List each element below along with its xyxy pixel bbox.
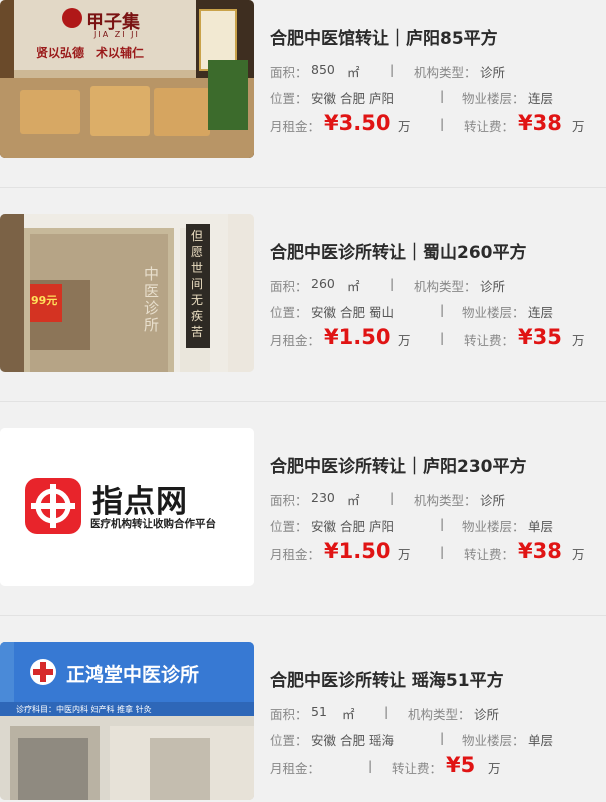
floor-value: 连层 [528,91,554,106]
area-value: 850 [311,62,335,77]
type-label: 机构类型： [414,65,477,80]
area-label: 面积： [270,279,308,294]
rent-label: 月租金： [270,547,321,562]
divider-line [0,401,606,402]
location-value: 安徽 合肥 庐阳 [311,519,394,534]
listing-card[interactable]: 正鸿堂中医诊所 诊疗科目：中医内科 妇产科 推拿 针灸 合肥中医诊所转让 瑶海5… [0,642,606,802]
type-value: 诊所 [480,279,506,294]
type-label: 机构类型： [414,279,477,294]
divider: | [368,758,373,773]
transfer-fee-price: ¥5 [446,753,476,777]
fee-label: 转让费： [464,547,515,562]
rent-unit: 万 [398,119,411,134]
location-label: 位置： [270,733,308,748]
type-value: 诊所 [480,493,506,508]
area-label: 面积： [270,65,308,80]
area-value: 260 [311,276,335,291]
rent-label: 月租金： [270,761,321,776]
location-value: 安徽 合肥 蜀山 [311,305,394,320]
clinic-sign-text: 正鸿堂中医诊所 [66,664,200,686]
door-sign-text: 中医诊所 [144,265,160,334]
listing-title[interactable]: 合肥中医馆转让｜庐阳85平方 [270,24,498,49]
divider: | [440,730,445,745]
location-label: 位置： [270,519,308,534]
promo-badge: 99元 [31,294,58,307]
area-label: 面积： [270,493,308,508]
location-value: 安徽 合肥 瑶海 [311,733,394,748]
type-label: 机构类型： [414,493,477,508]
listing-thumbnail[interactable]: 甲子集 JIA ZI JI 贤以弘德 术以辅仁 [0,0,254,158]
listing-card[interactable]: 指点网 医疗机构转让收购合作平台 合肥中医诊所转让｜庐阳230平方 面积： 23… [0,428,606,588]
area-value: 51 [311,704,327,719]
divider-line [0,187,606,188]
divider: | [440,302,445,317]
divider: | [440,516,445,531]
rent-price: ¥3.50 [324,111,391,135]
location-label: 位置： [270,305,308,320]
floor-value: 连层 [528,305,554,320]
type-value: 诊所 [474,707,500,722]
area-unit: ㎡ [342,707,355,722]
listing-card[interactable]: 甲子集 JIA ZI JI 贤以弘德 术以辅仁 合肥中医馆转让｜庐阳85平方 面… [0,0,606,160]
divider: | [440,330,445,345]
couplet-text: 但愿世间无疾苦 [191,229,204,339]
clinic-slogan: 贤以弘德 术以辅仁 [36,46,145,60]
fee-unit: 万 [488,761,501,776]
floor-label: 物业楼层： [462,519,525,534]
listing-thumbnail[interactable]: 正鸿堂中医诊所 诊疗科目：中医内科 妇产科 推拿 针灸 [0,642,254,800]
listing-title[interactable]: 合肥中医诊所转让 瑶海51平方 [270,666,504,691]
floor-value: 单层 [528,519,554,534]
listing-thumbnail[interactable]: 99元 中医诊所 但愿世间无疾苦 [0,214,254,372]
area-value: 230 [311,490,335,505]
rent-unit: 万 [398,547,411,562]
fee-unit: 万 [572,333,585,348]
fee-label: 转让费： [464,119,515,134]
area-unit: ㎡ [347,493,360,508]
listing-title[interactable]: 合肥中医诊所转让｜蜀山260平方 [270,238,527,263]
listing-title[interactable]: 合肥中医诊所转让｜庐阳230平方 [270,452,527,477]
fee-unit: 万 [572,547,585,562]
divider: | [440,88,445,103]
rent-label: 月租金： [270,119,321,134]
logo-subtitle: 医疗机构转让收购合作平台 [90,518,216,530]
divider: | [390,62,395,77]
clinic-sign-subtext: JIA ZI JI [94,30,140,39]
type-label: 机构类型： [408,707,471,722]
divider: | [390,490,395,505]
divider: | [440,116,445,131]
floor-label: 物业楼层： [462,91,525,106]
rent-price: ¥1.50 [324,325,391,349]
type-value: 诊所 [480,65,506,80]
location-value: 安徽 合肥 庐阳 [311,91,394,106]
rent-unit: 万 [398,333,411,348]
listing-thumbnail[interactable]: 指点网 医疗机构转让收购合作平台 [0,428,254,586]
listing-list: 甲子集 JIA ZI JI 贤以弘德 术以辅仁 合肥中医馆转让｜庐阳85平方 面… [0,0,606,802]
divider-line [0,615,606,616]
fee-label: 转让费： [464,333,515,348]
transfer-fee-price: ¥35 [518,325,562,349]
floor-value: 单层 [528,733,554,748]
fee-unit: 万 [572,119,585,134]
rent-price: ¥1.50 [324,539,391,563]
floor-label: 物业楼层： [462,733,525,748]
fee-label: 转让费： [392,761,443,776]
area-label: 面积： [270,707,308,722]
listing-card[interactable]: 99元 中医诊所 但愿世间无疾苦 合肥中医诊所转让｜蜀山260平方 面积： 26… [0,214,606,374]
floor-label: 物业楼层： [462,305,525,320]
divider: | [390,276,395,291]
transfer-fee-price: ¥38 [518,111,562,135]
clinic-sign-subtext: 诊疗科目：中医内科 妇产科 推拿 针灸 [16,705,152,714]
area-unit: ㎡ [347,65,360,80]
logo-text: 指点网 [92,484,188,520]
area-unit: ㎡ [347,279,360,294]
divider: | [440,544,445,559]
transfer-fee-price: ¥38 [518,539,562,563]
location-label: 位置： [270,91,308,106]
divider: | [384,704,389,719]
rent-label: 月租金： [270,333,321,348]
